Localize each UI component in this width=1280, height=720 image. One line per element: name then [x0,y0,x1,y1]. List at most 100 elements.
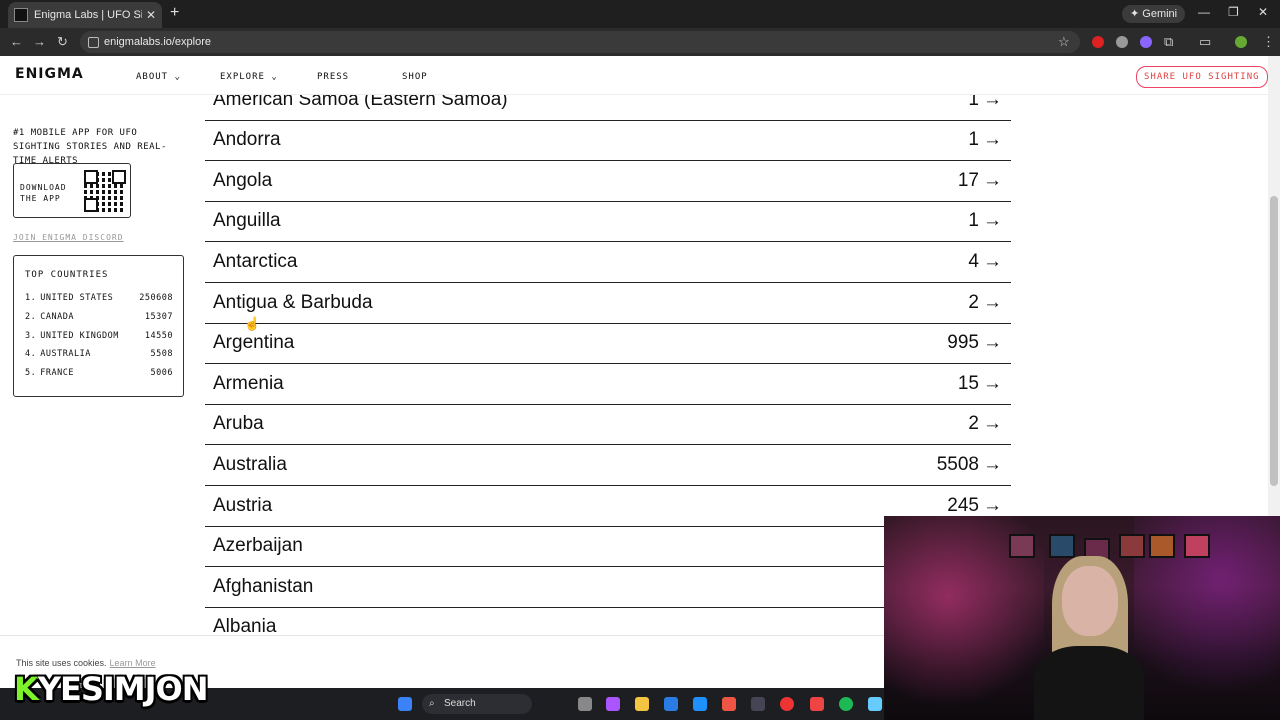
arrow-right-icon: → [983,251,1002,272]
sighting-count: 15 [957,372,979,394]
country-name: Andorra [213,129,281,151]
stream-name-rest: YESIMJON [37,670,209,708]
cookie-text: This site uses cookies. [16,658,107,668]
chevron-down-icon: ⌄ [174,72,181,82]
windows-start-icon[interactable] [398,697,412,711]
country-row[interactable]: Anguilla 1 → [205,202,1011,243]
country-count: 15 → [958,373,1002,395]
extensions-puzzle-icon[interactable]: ⧉ [1164,34,1173,50]
sighting-count: 245 [947,494,979,516]
sighting-count: 2 [968,291,979,313]
extension-gray-icon[interactable] [1116,36,1128,48]
top-countries-panel: TOP COUNTRIES 1. UNITED STATES 250608 2. CAN… [13,255,184,397]
new-tab-icon[interactable]: + [170,4,179,22]
nav-about-label: ABOUT [136,72,169,82]
side-panel-icon[interactable]: ▭ [1199,34,1211,50]
top-country-count: 5006 [150,368,173,379]
country-row[interactable]: Australia 5508 → [205,446,1011,486]
top-country-name: 3. UNITED KINGDOM [25,331,119,341]
mail-icon[interactable] [693,697,707,711]
download-app-box[interactable]: DOWNLOAD THE APP [13,163,131,218]
top-country-count: 5508 [150,349,173,360]
top-country-rank: 3. [25,330,37,341]
nav-about[interactable]: ABOUT ⌄ [136,72,181,82]
country-row[interactable]: Argentina 995 → [205,324,1011,365]
extension-red-icon[interactable] [1092,36,1104,48]
copilot-icon[interactable] [606,697,620,711]
arrow-right-icon: → [983,413,1002,435]
office-icon[interactable] [722,697,736,711]
nav-press[interactable]: PRESS [317,72,349,82]
country-row[interactable]: Aruba 2 → [205,405,1011,446]
country-name: Anguilla [213,210,281,232]
taskbar-search[interactable]: ⌕ Search [422,694,532,714]
restore-icon[interactable]: ❐ [1228,5,1239,19]
reload-icon[interactable]: ↻ [57,34,68,50]
address-bar[interactable]: enigmalabs.io/explore [80,31,1080,53]
maps-pin-icon[interactable] [810,697,824,711]
top-country-label: CANADA [40,311,74,322]
arrow-right-icon: → [983,129,1002,151]
forward-icon[interactable]: → [33,34,46,49]
browser-tab-strip: Enigma Labs | UFO Sightings Ar ✕ + ✦ Gem… [0,0,1280,28]
spotify-icon[interactable] [839,697,853,711]
top-countries-heading: TOP COUNTRIES [25,270,109,280]
extension-purple-icon[interactable] [1140,36,1152,48]
country-name: Armenia [213,372,284,394]
store-icon[interactable] [664,697,678,711]
top-country-name: 2. CANADA [25,312,74,322]
country-row[interactable]: Antarctica 4 → [205,243,1011,283]
profile-avatar-icon[interactable] [1235,36,1247,48]
sighting-count: 995 [947,332,979,354]
nav-explore-label: EXPLORE [220,72,265,82]
close-window-icon[interactable]: ✕ [1258,5,1268,19]
country-count: 1 → [968,129,1002,151]
country-count: 4 → [968,251,1002,273]
join-discord-link[interactable]: JOIN ENIGMA DISCORD [13,233,124,242]
gemini-button[interactable]: ✦ Gemini [1122,5,1186,23]
mouse-cursor-icon: ☝ [244,316,261,331]
site-info-icon[interactable] [88,37,99,48]
top-country-label: UNITED KINGDOM [40,330,119,341]
country-name: Azerbaijan [213,535,303,557]
country-row[interactable]: Andorra 1 → [205,121,1011,162]
browser-tab[interactable]: Enigma Labs | UFO Sightings Ar ✕ [8,2,162,28]
top-country-rank: 1. [25,293,37,303]
country-row[interactable]: Antigua & Barbuda 2 → [205,284,1011,324]
country-name: Afghanistan [213,575,314,597]
minimize-icon[interactable]: — [1198,5,1210,19]
bookmark-star-icon[interactable]: ☆ [1058,34,1070,50]
country-name: Australia [213,454,287,475]
notepad-icon[interactable] [868,697,882,711]
taskbar-search-label: Search [444,698,476,709]
sighting-count: 5508 [936,454,979,475]
arrow-right-icon: → [983,332,1002,354]
nav-explore[interactable]: EXPLORE ⌄ [220,72,278,82]
close-tab-icon[interactable]: ✕ [146,8,156,22]
country-name: Argentina [213,332,295,354]
site-favicon-icon [14,8,28,22]
country-row[interactable]: Angola 17 → [205,162,1011,202]
site-logo[interactable]: ENIGMA [15,66,84,82]
app-icon[interactable] [751,697,765,711]
top-country-count: 14550 [144,330,173,341]
chrome-icon[interactable] [780,697,794,711]
sighting-count: 1 [968,210,979,232]
nav-shop[interactable]: SHOP [402,72,428,82]
scrollbar-thumb[interactable] [1270,196,1278,486]
site-header: ENIGMA ABOUT ⌄ EXPLORE ⌄ PRESS SHOP SHAR… [0,56,1268,95]
cookie-learn-more-link[interactable]: Learn More [110,658,156,668]
browser-menu-icon[interactable]: ⋮ [1262,34,1275,50]
back-icon[interactable]: ← [10,34,23,49]
country-name: Angola [213,169,273,191]
country-row[interactable]: Armenia 15 → [205,365,1011,405]
file-explorer-icon[interactable] [635,697,649,711]
top-country-count: 15307 [144,311,173,322]
top-country-label: UNITED STATES [40,293,114,303]
top-country-name: 1. UNITED STATES [25,293,113,303]
arrow-right-icon: → [983,494,1002,516]
chevron-down-icon: ⌄ [271,72,278,82]
task-view-icon[interactable] [578,697,592,711]
share-ufo-sighting-button[interactable]: SHARE UFO SIGHTING [1136,66,1268,88]
top-country-label: AUSTRALIA [40,349,91,360]
